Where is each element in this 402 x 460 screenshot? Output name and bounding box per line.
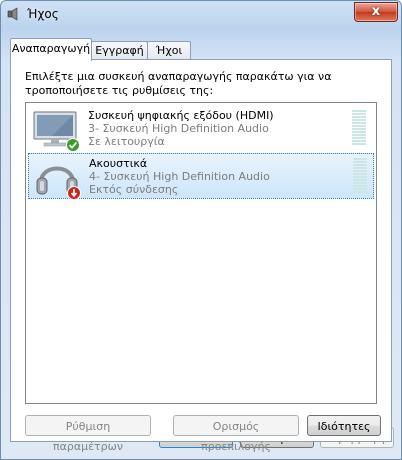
sound-dialog-window: Ήχος x Αναπαραγωγή Εγγραφή Ήχοι Επιλέξτε… (0, 0, 402, 460)
device-name: Συσκευή ψηφιακής εξόδου (HDMI) (88, 109, 274, 122)
configure-button[interactable]: Ρύθμιση παραμέτρων (25, 415, 151, 453)
playback-panel: Επιλέξτε μια συσκευή αναπαραγωγής παρακά… (10, 59, 392, 453)
device-description: 3- Συσκευή High Definition Audio (88, 122, 269, 135)
title-bar[interactable]: Ήχος x (1, 1, 401, 27)
window-title: Ήχος (27, 7, 59, 21)
tab-playback[interactable]: Αναπαραγωγή (10, 38, 92, 61)
tab-recording[interactable]: Εγγραφή (91, 41, 148, 60)
volume-meter (352, 110, 366, 148)
device-status: Εκτός σύνδεσης (89, 183, 179, 196)
device-item-headphones[interactable]: Ακουστικά 4- Συσκευή High Definition Aud… (28, 153, 374, 200)
close-icon: x (371, 4, 381, 19)
device-item-hdmi[interactable]: Συσκευή ψηφιακής εξόδου (HDMI) 3- Συσκευ… (28, 106, 372, 152)
properties-button[interactable]: Ιδιότητες (307, 415, 381, 436)
instructions-text: Επιλέξτε μια συσκευή αναπαραγωγής παρακά… (25, 70, 332, 97)
volume-meter (353, 158, 367, 196)
device-list[interactable]: Συσκευή ψηφιακής εξόδου (HDMI) 3- Συσκευ… (25, 102, 377, 404)
set-default-button[interactable]: Ορισμός προεπιλογής (173, 415, 299, 453)
device-description: 4- Συσκευή High Definition Audio (89, 170, 270, 183)
unplugged-badge-icon (67, 186, 81, 200)
speaker-icon (7, 7, 18, 21)
check-badge-icon (66, 138, 80, 152)
tab-sounds[interactable]: Ήχοι (147, 41, 191, 60)
close-button[interactable]: x (354, 2, 398, 22)
dialog-client-area: Αναπαραγωγή Εγγραφή Ήχοι Επιλέξτε μια συ… (8, 30, 394, 453)
device-name: Ακουστικά (89, 157, 148, 170)
device-status: Σε λειτουργία (88, 135, 165, 148)
